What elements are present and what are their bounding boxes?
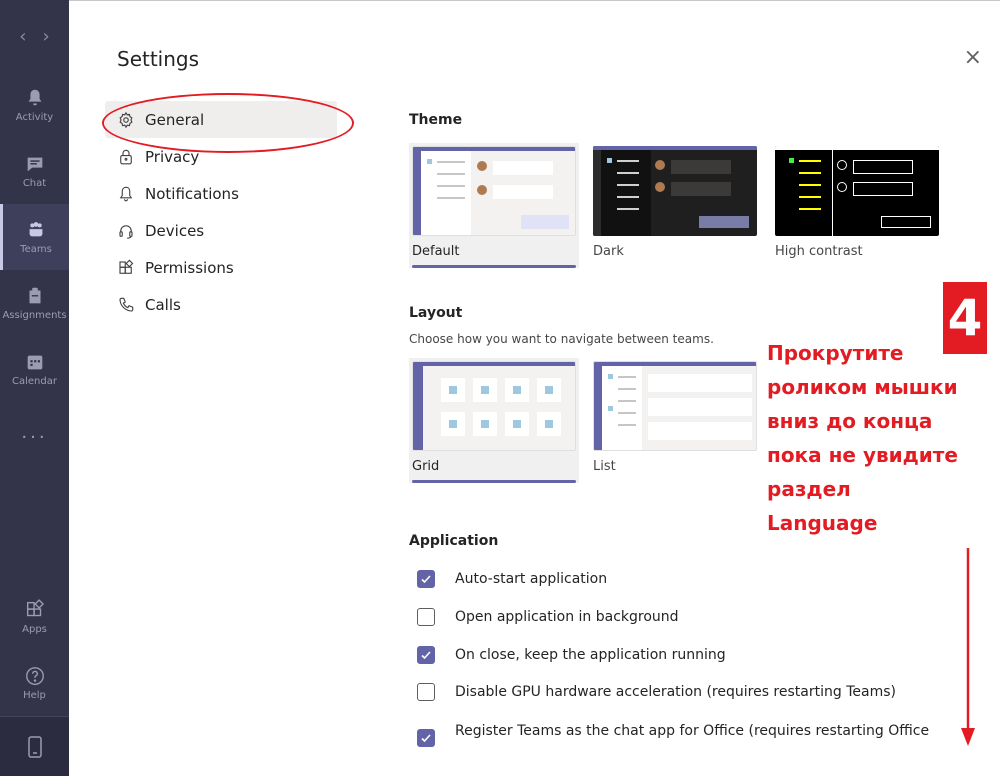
theme-option-label: Default [412,244,460,259]
rail-item-label: Apps [22,624,47,635]
application-section-title: Application [409,533,499,549]
layout-option-label: List [593,459,616,474]
calendar-icon [27,355,42,370]
auto-start-option[interactable]: Auto-start application [417,570,607,588]
history-nav: ‹ › [0,0,69,72]
layout-section-title: Layout [409,305,463,321]
checkmark-icon [421,734,431,743]
theme-selected-indicator [412,265,576,268]
menu-item-label: Permissions [145,258,234,277]
instruction-line: вниз до конца [767,409,933,433]
menu-item-calls[interactable]: Calls [105,286,337,323]
theme-option-label: Dark [593,244,624,259]
apps-icon [119,259,134,274]
phone-device-icon [27,735,42,758]
dialog-title: Settings [117,47,200,71]
option-label: On close, keep the application running [455,647,726,663]
menu-item-permissions[interactable]: Permissions [105,249,337,286]
chat-icon [27,157,42,172]
rail-item-teams[interactable]: Teams [0,204,69,270]
assignments-icon [29,287,40,304]
option-label: Open application in background [455,609,679,625]
phone-icon [119,297,134,312]
scroll-instruction: Прокрутите роликом мышки вниз до конца п… [767,336,997,540]
app-rail: ‹ › Activity Chat Teams Assignments Cale… [0,0,69,776]
lock-icon [120,149,132,164]
menu-item-notifications[interactable]: Notifications [105,175,337,212]
disable-gpu-option[interactable]: Disable GPU hardware acceleration (requi… [417,683,896,701]
layout-grid[interactable]: Grid [409,358,579,483]
option-label: Disable GPU hardware acceleration (requi… [455,684,896,700]
settings-menu: General Privacy Notifications Devices Pe… [105,101,337,323]
menu-item-label: Calls [145,295,181,314]
auto-start-checkbox[interactable] [417,570,435,588]
rail-item-help[interactable]: Help [0,650,69,716]
instruction-line: раздел [767,477,851,501]
menu-item-general[interactable]: General [105,101,337,138]
keep-running-option[interactable]: On close, keep the application running [417,646,726,664]
open-in-background-checkbox[interactable] [417,608,435,626]
apps-icon [26,599,44,617]
disable-gpu-checkbox[interactable] [417,683,435,701]
layout-section-desc: Choose how you want to navigate between … [409,332,714,346]
checkmark-icon [421,651,431,660]
theme-section-title: Theme [409,112,463,128]
rail-item-apps[interactable]: Apps [0,584,69,650]
register-chat-app-checkbox[interactable] [417,729,435,747]
menu-item-label: General [145,110,205,129]
layout-selected-indicator [412,480,576,483]
headset-icon [119,224,133,239]
menu-item-label: Devices [145,221,205,240]
menu-item-privacy[interactable]: Privacy [105,138,337,175]
rail-item-label: Teams [20,244,52,255]
rail-item-label: Calendar [12,376,57,387]
menu-item-label: Privacy [145,147,200,166]
layout-list-preview [593,361,757,451]
menu-item-devices[interactable]: Devices [105,212,337,249]
instruction-line: Прокрутите [767,341,904,365]
forward-arrow-icon[interactable]: › [43,26,50,47]
layout-grid-preview [412,361,576,451]
option-label: Auto-start application [455,571,608,587]
instruction-line: Language [767,511,878,535]
help-icon [25,667,44,685]
register-chat-app-option[interactable]: Register Teams as the chat app for Offic… [417,715,929,747]
rail-bottom: Apps Help [0,584,69,776]
rail-item-label: Activity [15,112,54,123]
theme-high-contrast[interactable]: High contrast [775,146,939,259]
rail-item-activity[interactable]: Activity [0,72,69,138]
theme-default-preview [412,146,576,236]
theme-default[interactable]: Default [409,143,579,268]
teams-icon [29,222,43,237]
theme-option-label: High contrast [775,244,863,259]
bell-icon [119,186,133,201]
more-apps-icon[interactable]: ... [0,402,69,462]
rail-item-label: Help [23,690,46,701]
theme-dark-preview [593,146,757,236]
rail-item-label: Chat [22,178,47,189]
instruction-line: роликом мышки [767,375,958,399]
instruction-line: пока не увидите [767,443,958,467]
keep-running-checkbox[interactable] [417,646,435,664]
open-in-background-option[interactable]: Open application in background [417,608,679,626]
back-arrow-icon[interactable]: ‹ [19,26,26,47]
rail-item-label: Assignments [2,310,67,321]
rail-item-chat[interactable]: Chat [0,138,69,204]
theme-high-contrast-preview [775,146,939,236]
menu-item-label: Notifications [145,184,239,203]
checkmark-icon [421,575,431,584]
device-button[interactable] [0,716,69,776]
bell-icon [28,89,41,106]
rail-item-calendar[interactable]: Calendar [0,336,69,402]
theme-dark[interactable]: Dark [593,146,757,259]
layout-option-label: Grid [412,459,440,474]
close-icon[interactable]: × [964,45,982,70]
layout-list[interactable]: List [593,361,757,474]
scroll-down-arrow-icon [961,548,975,746]
rail-item-assignments[interactable]: Assignments [0,270,69,336]
gear-icon [119,111,133,128]
option-label: Register Teams as the chat app for Offic… [455,723,930,739]
